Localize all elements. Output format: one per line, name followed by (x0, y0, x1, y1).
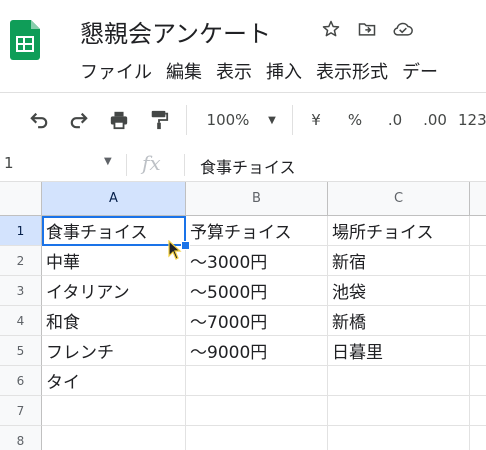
cell-c6[interactable] (328, 366, 470, 396)
cell-a8[interactable] (42, 426, 186, 450)
chevron-down-icon[interactable]: ▼ (104, 156, 112, 167)
cell-c3[interactable]: 池袋 (328, 276, 470, 306)
cell-a6[interactable]: タイ (42, 366, 186, 396)
cell-b4[interactable]: ～7000円 (186, 306, 328, 336)
move-to-folder-icon[interactable] (356, 18, 378, 40)
cell-c4[interactable]: 新橋 (328, 306, 470, 336)
menu-format[interactable]: 表示形式 (316, 58, 388, 84)
cloud-status-icon[interactable] (392, 18, 414, 40)
menu-insert[interactable]: 挿入 (266, 58, 302, 84)
select-all-corner[interactable] (0, 182, 42, 216)
cell-c2[interactable]: 新宿 (328, 246, 470, 276)
paint-format-icon[interactable] (146, 107, 172, 133)
spreadsheet-grid: A B C 1 2 3 4 5 6 7 8 食事チョイス 予算チョイス 場所チョ… (0, 182, 486, 450)
document-title[interactable]: 懇親会アンケート (80, 14, 271, 49)
cell-d8[interactable] (470, 426, 486, 450)
menu-bar: ファイル 編集 表示 挿入 表示形式 デー (80, 58, 452, 84)
menu-view[interactable]: 表示 (216, 58, 252, 84)
fill-handle[interactable] (181, 241, 190, 250)
cell-a1[interactable]: 食事チョイス (42, 216, 186, 246)
cell-b3[interactable]: ～5000円 (186, 276, 328, 306)
toolbar: 100% ▼ ¥ % .0 .00 123 (0, 92, 486, 148)
increase-decimal-button[interactable]: .00 (420, 107, 450, 133)
currency-format-button[interactable]: ¥ (306, 107, 326, 133)
cell-d5[interactable] (470, 336, 486, 366)
title-bar: 懇親会アンケート ファイル 編集 表示 挿入 表示形式 デー (0, 0, 486, 92)
formula-input[interactable]: 食事チョイス (200, 154, 296, 178)
cell-c5[interactable]: 日暮里 (328, 336, 470, 366)
cell-a2[interactable]: 中華 (42, 246, 186, 276)
cell-d6[interactable] (470, 366, 486, 396)
row-header-1[interactable]: 1 (0, 216, 42, 246)
undo-icon[interactable] (26, 107, 52, 133)
star-icon[interactable] (320, 18, 342, 40)
row-header-4[interactable]: 4 (0, 306, 42, 336)
menu-data[interactable]: デー (402, 58, 438, 84)
cell-b6[interactable] (186, 366, 328, 396)
cell-b8[interactable] (186, 426, 328, 450)
cell-a3[interactable]: イタリアン (42, 276, 186, 306)
row-header-3[interactable]: 3 (0, 276, 42, 306)
cell-d1[interactable] (470, 216, 486, 246)
row-header-2[interactable]: 2 (0, 246, 42, 276)
cell-c8[interactable] (328, 426, 470, 450)
row-header-5[interactable]: 5 (0, 336, 42, 366)
cell-b1[interactable]: 予算チョイス (186, 216, 328, 246)
cell-b5[interactable]: ～9000円 (186, 336, 328, 366)
cell-a7[interactable] (42, 396, 186, 426)
menu-edit[interactable]: 編集 (166, 58, 202, 84)
function-icon: fx (142, 151, 161, 175)
cell-a5[interactable]: フレンチ (42, 336, 186, 366)
cell-b7[interactable] (186, 396, 328, 426)
column-header-b[interactable]: B (186, 182, 328, 216)
decrease-decimal-button[interactable]: .0 (382, 107, 408, 133)
formula-bar: 1 ▼ fx 食事チョイス (0, 147, 486, 182)
chevron-down-icon[interactable]: ▼ (264, 107, 280, 133)
cell-d4[interactable] (470, 306, 486, 336)
cell-d7[interactable] (470, 396, 486, 426)
google-sheets-logo[interactable] (10, 20, 40, 60)
cell-d2[interactable] (470, 246, 486, 276)
cell-c7[interactable] (328, 396, 470, 426)
percent-format-button[interactable]: % (344, 107, 366, 133)
menu-file[interactable]: ファイル (80, 58, 152, 84)
row-header-8[interactable]: 8 (0, 426, 42, 450)
row-header-6[interactable]: 6 (0, 366, 42, 396)
cell-c1[interactable]: 場所チョイス (328, 216, 470, 246)
cell-b2[interactable]: ～3000円 (186, 246, 328, 276)
more-formats-button[interactable]: 123 (458, 107, 486, 133)
column-header-a[interactable]: A (42, 182, 186, 216)
name-box[interactable]: 1 (4, 154, 14, 172)
column-header-d[interactable] (470, 182, 486, 216)
zoom-select[interactable]: 100% (200, 107, 256, 133)
column-header-c[interactable]: C (328, 182, 470, 216)
cell-d3[interactable] (470, 276, 486, 306)
mouse-cursor-icon (168, 239, 182, 260)
redo-icon[interactable] (66, 107, 92, 133)
row-header-7[interactable]: 7 (0, 396, 42, 426)
print-icon[interactable] (106, 107, 132, 133)
cell-a4[interactable]: 和食 (42, 306, 186, 336)
